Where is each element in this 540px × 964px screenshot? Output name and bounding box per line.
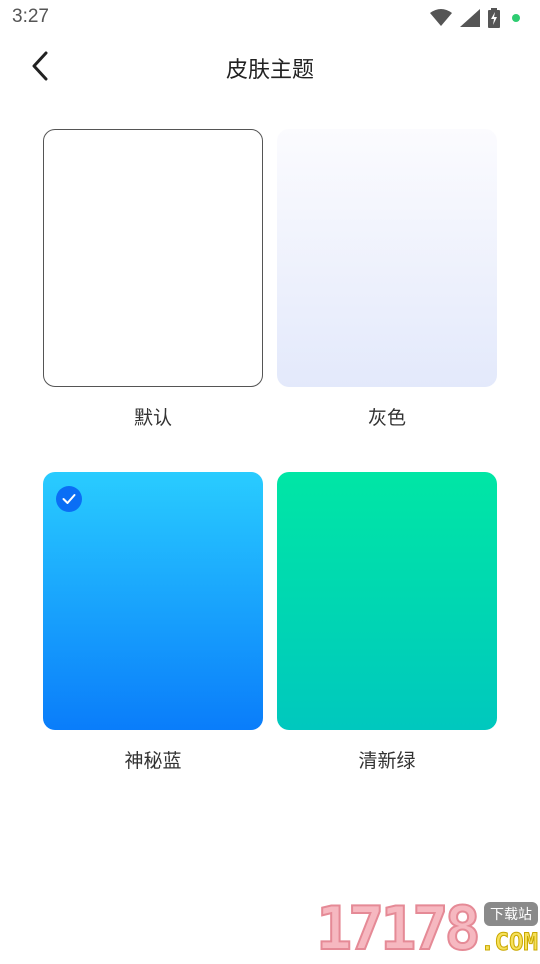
theme-card-fresh-green[interactable] bbox=[277, 472, 497, 730]
watermark-logo: 17178 下载站 .COM bbox=[315, 894, 540, 964]
theme-card-mystic-blue[interactable] bbox=[43, 472, 263, 730]
theme-card-default[interactable] bbox=[43, 129, 263, 387]
wifi-icon bbox=[430, 9, 452, 27]
watermark-number: 17178 bbox=[315, 894, 482, 964]
status-bar: 3:27 bbox=[0, 0, 540, 36]
page-title: 皮肤主题 bbox=[225, 58, 314, 83]
battery-charging-icon bbox=[488, 8, 500, 28]
theme-label-default: 默认 bbox=[133, 407, 172, 429]
cell-signal-icon bbox=[460, 9, 480, 27]
header: 皮肤主题 bbox=[0, 36, 540, 100]
watermark-badge: 下载站 bbox=[484, 902, 538, 926]
theme-label-fresh-green: 清新绿 bbox=[358, 750, 416, 772]
theme-label-gray: 灰色 bbox=[367, 407, 406, 429]
watermark-suffix: .COM bbox=[480, 928, 539, 957]
selected-check-icon bbox=[56, 486, 82, 512]
notification-dot-icon bbox=[512, 14, 520, 22]
status-time: 3:27 bbox=[12, 6, 49, 27]
theme-label-mystic-blue: 神秘蓝 bbox=[124, 750, 182, 772]
status-icons bbox=[430, 8, 520, 28]
theme-card-gray[interactable] bbox=[277, 129, 497, 387]
